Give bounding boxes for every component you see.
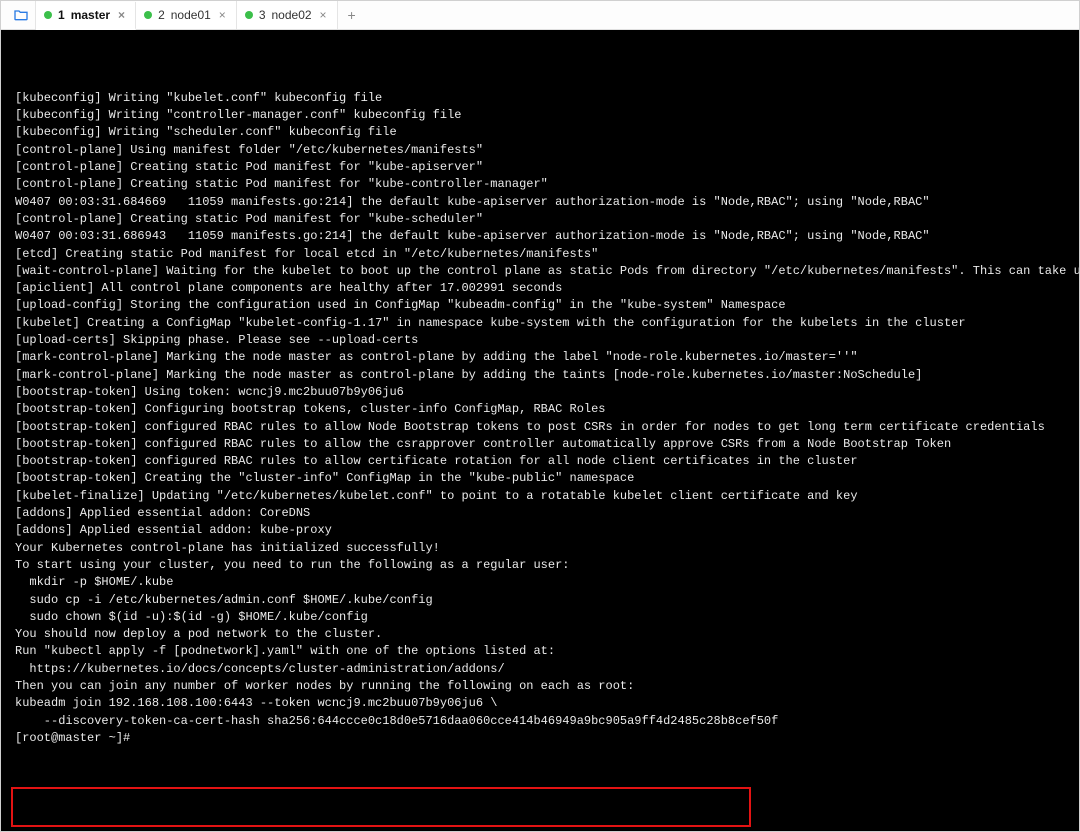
terminal-line: [bootstrap-token] configured RBAC rules …: [15, 436, 1079, 453]
tab-node01[interactable]: 2 node01 ×: [136, 1, 237, 29]
terminal-line: sudo chown $(id -u):$(id -g) $HOME/.kube…: [15, 609, 1079, 626]
status-dot-icon: [44, 11, 52, 19]
terminal-line: Your Kubernetes control-plane has initia…: [15, 540, 1079, 557]
terminal-line: [addons] Applied essential addon: kube-p…: [15, 522, 1079, 539]
terminal-output[interactable]: [kubeconfig] Writing "kubelet.conf" kube…: [1, 30, 1079, 831]
terminal-line: You should now deploy a pod network to t…: [15, 626, 1079, 643]
terminal-line: kubeadm join 192.168.108.100:6443 --toke…: [15, 695, 1079, 712]
terminal-line: [upload-config] Storing the configuratio…: [15, 297, 1079, 314]
terminal-line: mkdir -p $HOME/.kube: [15, 574, 1079, 591]
close-icon[interactable]: ×: [318, 8, 329, 22]
terminal-line: W0407 00:03:31.684669 11059 manifests.go…: [15, 194, 1079, 211]
highlight-annotation: [11, 787, 751, 827]
terminal-line: [addons] Applied essential addon: CoreDN…: [15, 505, 1079, 522]
terminal-line: [bootstrap-token] Configuring bootstrap …: [15, 401, 1079, 418]
terminal-line: [bootstrap-token] configured RBAC rules …: [15, 419, 1079, 436]
terminal-line: [bootstrap-token] configured RBAC rules …: [15, 453, 1079, 470]
tab-master[interactable]: 1 master ×: [36, 2, 136, 30]
terminal-line: [bootstrap-token] Using token: wcncj9.mc…: [15, 384, 1079, 401]
terminal-line: [kubeconfig] Writing "scheduler.conf" ku…: [15, 124, 1079, 141]
terminal-line: [control-plane] Creating static Pod mani…: [15, 159, 1079, 176]
terminal-line: [control-plane] Using manifest folder "/…: [15, 142, 1079, 159]
terminal-line: [upload-certs] Skipping phase. Please se…: [15, 332, 1079, 349]
plus-icon: +: [347, 7, 355, 23]
terminal-line: [control-plane] Creating static Pod mani…: [15, 176, 1079, 193]
tab-index: 3: [259, 8, 266, 22]
tab-label: master: [71, 8, 110, 22]
terminal-line: [etcd] Creating static Pod manifest for …: [15, 246, 1079, 263]
app-window: 1 master × 2 node01 × 3 node02 × + [kube…: [0, 0, 1080, 832]
tab-label: node01: [171, 8, 211, 22]
terminal-line: https://kubernetes.io/docs/concepts/clus…: [15, 661, 1079, 678]
terminal-line: [kubeconfig] Writing "controller-manager…: [15, 107, 1079, 124]
terminal-line: [bootstrap-token] Creating the "cluster-…: [15, 470, 1079, 487]
tab-bar: 1 master × 2 node01 × 3 node02 × +: [1, 1, 1079, 30]
folder-open-icon: [13, 7, 29, 23]
status-dot-icon: [144, 11, 152, 19]
terminal-line: [apiclient] All control plane components…: [15, 280, 1079, 297]
terminal-line: [root@master ~]#: [15, 730, 1079, 747]
close-icon[interactable]: ×: [217, 8, 228, 22]
status-dot-icon: [245, 11, 253, 19]
tab-label: node02: [272, 8, 312, 22]
terminal-line: sudo cp -i /etc/kubernetes/admin.conf $H…: [15, 592, 1079, 609]
terminal-line: To start using your cluster, you need to…: [15, 557, 1079, 574]
terminal-line: [control-plane] Creating static Pod mani…: [15, 211, 1079, 228]
terminal-line: [mark-control-plane] Marking the node ma…: [15, 349, 1079, 366]
close-icon[interactable]: ×: [116, 8, 127, 22]
terminal-line: [kubelet] Creating a ConfigMap "kubelet-…: [15, 315, 1079, 332]
open-session-button[interactable]: [7, 1, 36, 29]
new-tab-button[interactable]: +: [338, 1, 366, 29]
terminal-line: [mark-control-plane] Marking the node ma…: [15, 367, 1079, 384]
terminal-line: --discovery-token-ca-cert-hash sha256:64…: [15, 713, 1079, 730]
tab-index: 1: [58, 8, 65, 22]
terminal-line: Run "kubectl apply -f [podnetwork].yaml"…: [15, 643, 1079, 660]
terminal-line: [wait-control-plane] Waiting for the kub…: [15, 263, 1079, 280]
terminal-line: W0407 00:03:31.686943 11059 manifests.go…: [15, 228, 1079, 245]
terminal-line: [kubeconfig] Writing "kubelet.conf" kube…: [15, 90, 1079, 107]
tab-index: 2: [158, 8, 165, 22]
terminal-line: [kubelet-finalize] Updating "/etc/kubern…: [15, 488, 1079, 505]
terminal-line: Then you can join any number of worker n…: [15, 678, 1079, 695]
tab-node02[interactable]: 3 node02 ×: [237, 1, 338, 29]
